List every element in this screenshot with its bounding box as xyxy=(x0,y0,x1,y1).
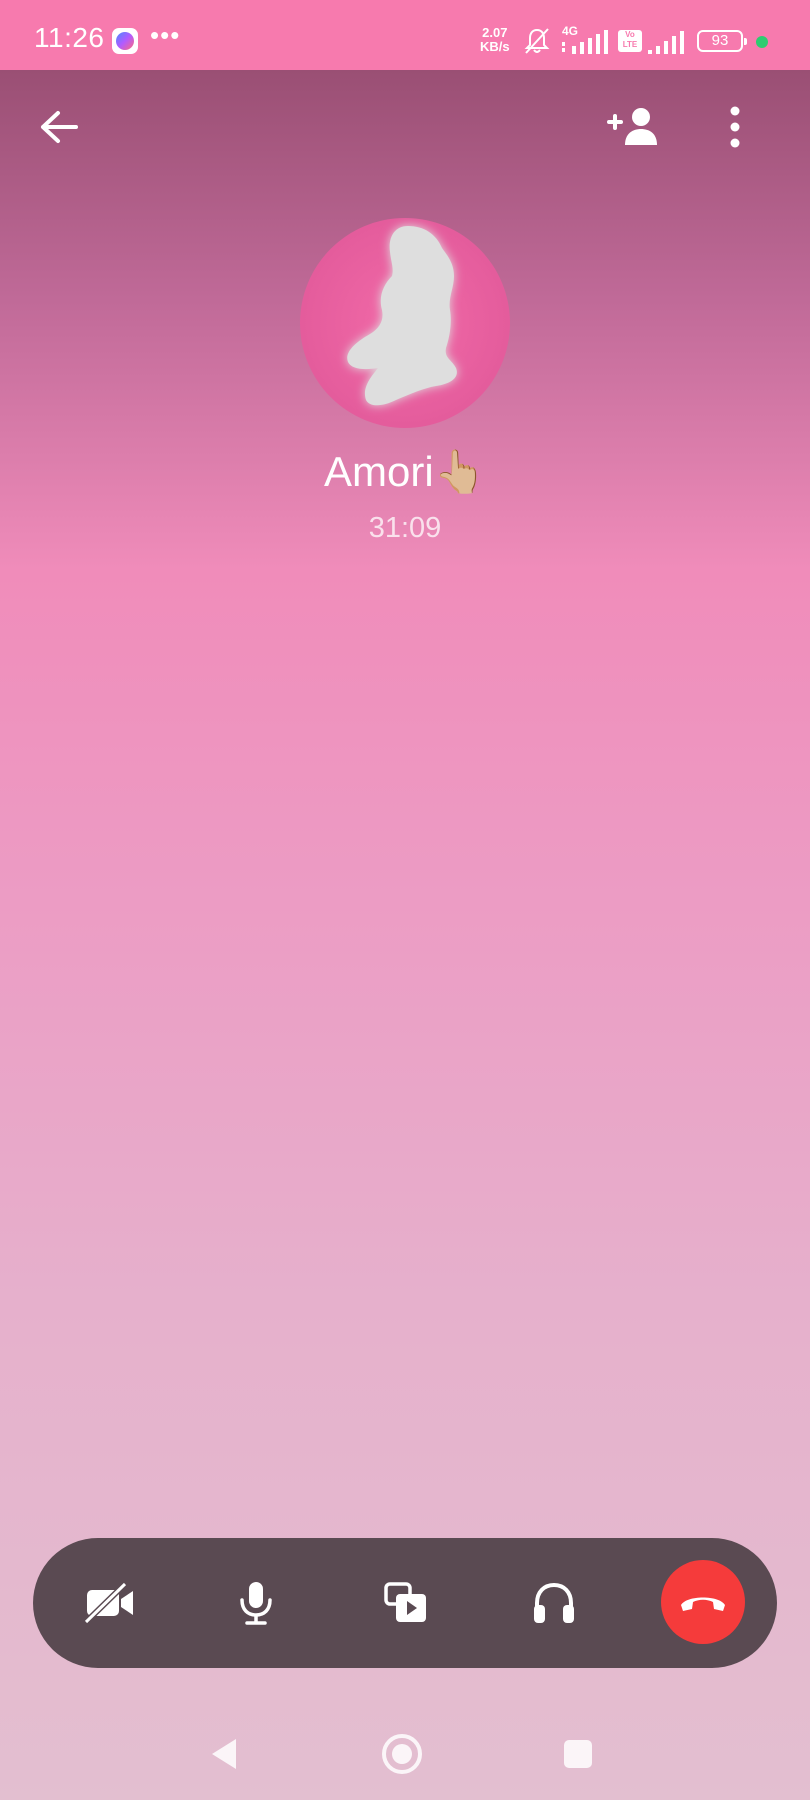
back-button[interactable] xyxy=(28,96,90,158)
video-off-icon xyxy=(83,1581,133,1625)
arrow-left-icon xyxy=(41,111,78,143)
add-person-button[interactable] xyxy=(600,96,670,158)
signal-icon: 4G xyxy=(560,24,612,56)
microphone-button[interactable] xyxy=(213,1560,299,1646)
call-duration: 31:09 xyxy=(368,512,442,544)
status-time: 11:26 xyxy=(34,22,105,53)
network-speed-unit: KB/s xyxy=(480,39,510,54)
more-vertical-icon xyxy=(730,106,740,148)
battery-level: 93 xyxy=(711,32,729,49)
share-media-button[interactable] xyxy=(363,1560,449,1646)
nav-recents-button[interactable] xyxy=(550,1726,606,1782)
status-bar: 11:26 ••• 2.07 KB/s 4G Vo LTE 93 xyxy=(0,0,810,70)
headphones-icon xyxy=(534,1582,574,1623)
contact-avatar xyxy=(300,218,510,428)
silhouette-avatar-icon xyxy=(347,226,457,406)
system-nav-bar xyxy=(0,1710,810,1790)
add-person-icon xyxy=(607,108,657,145)
bell-off-icon xyxy=(524,28,550,54)
microphone-icon xyxy=(240,1582,272,1625)
nav-back-button[interactable] xyxy=(196,1726,252,1782)
share-media-icon xyxy=(384,1582,426,1622)
battery-icon: 93 xyxy=(697,30,747,52)
messenger-icon xyxy=(112,28,138,54)
nav-home-icon xyxy=(382,1734,422,1774)
end-call-icon xyxy=(681,1597,725,1611)
more-notifications-indicator: ••• xyxy=(150,20,181,50)
audio-output-button[interactable] xyxy=(511,1560,597,1646)
nav-recents-icon xyxy=(564,1740,592,1768)
network-speed-value: 2.07 xyxy=(482,25,508,40)
contact-name: Amori👆🏼 xyxy=(324,448,486,495)
more-options-button[interactable] xyxy=(710,96,760,158)
volte-icon: Vo LTE xyxy=(618,30,642,52)
call-controls-bar xyxy=(33,1538,777,1668)
toggle-video-button[interactable] xyxy=(67,1560,153,1646)
privacy-indicator-dot xyxy=(756,36,768,48)
signal-2-icon xyxy=(648,31,684,54)
nav-home-button[interactable] xyxy=(374,1726,430,1782)
end-call-button[interactable] xyxy=(661,1560,745,1644)
nav-back-icon xyxy=(212,1739,236,1769)
network-speed: 2.07 KB/s xyxy=(480,26,510,54)
